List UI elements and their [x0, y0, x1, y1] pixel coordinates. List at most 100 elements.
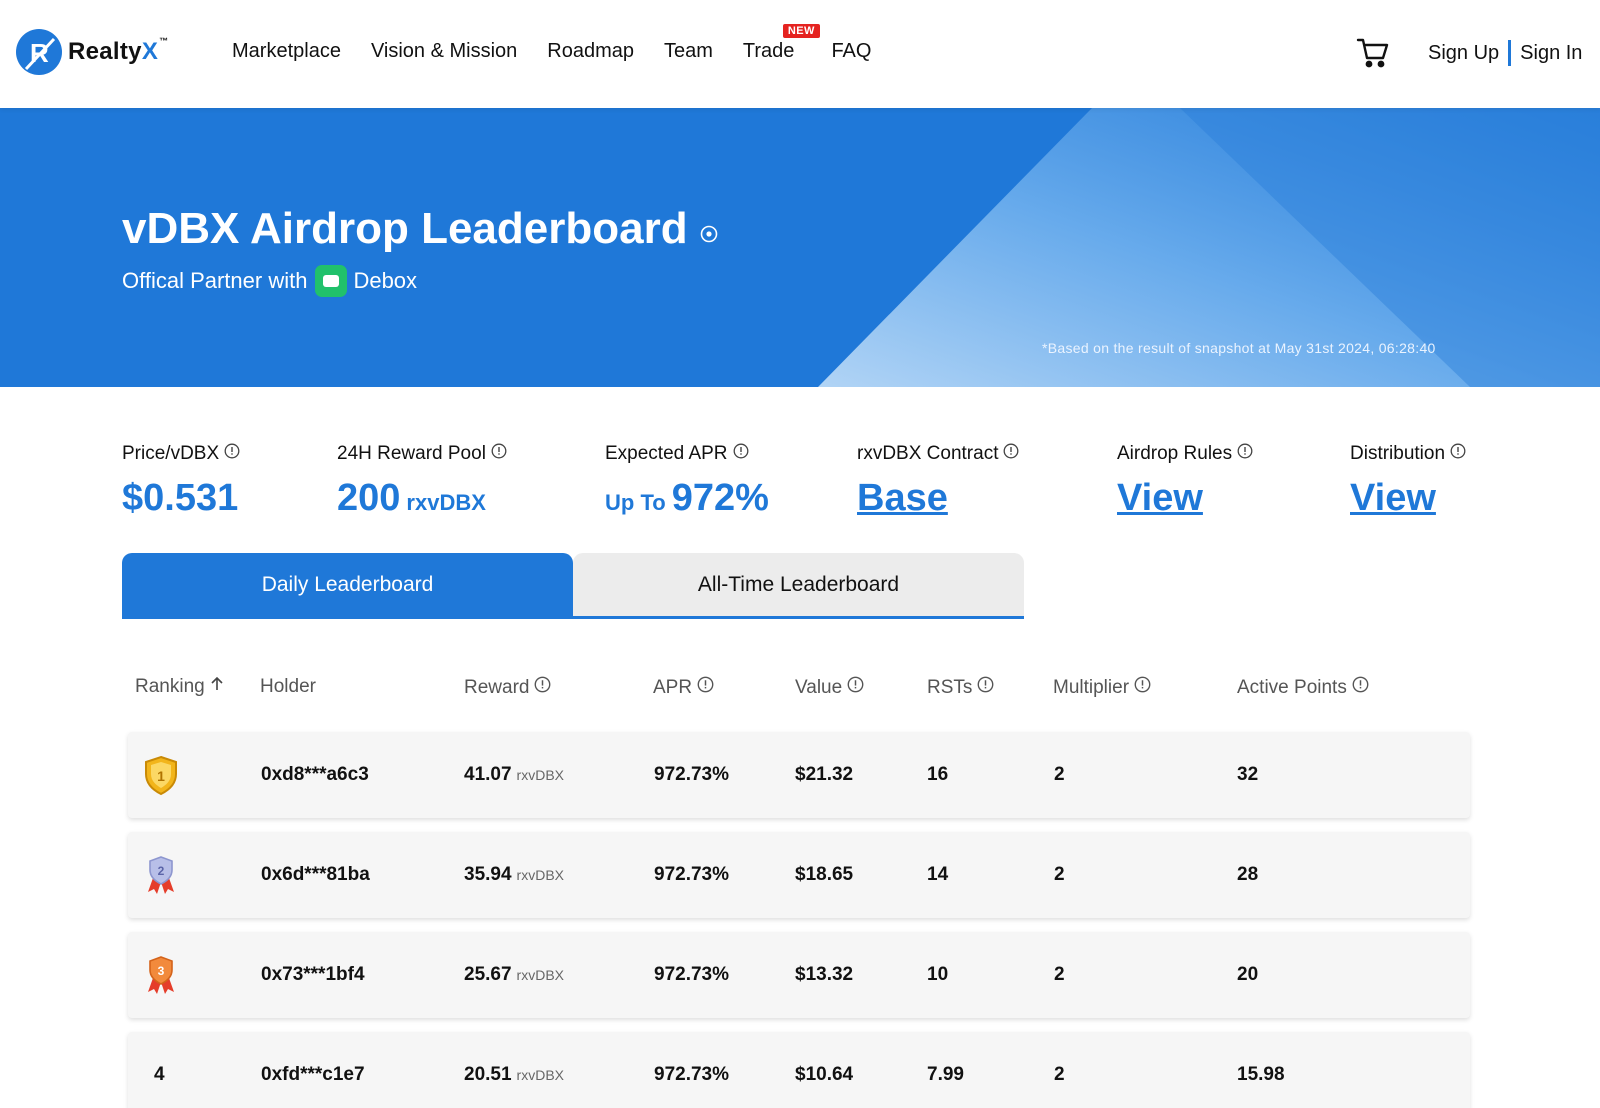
- info-icon[interactable]: [700, 204, 718, 254]
- reward-cell: 25.67 rxvDBX: [464, 932, 564, 1018]
- active-points-cell: 32: [1237, 764, 1259, 785]
- stat-distribution: Distribution View: [1350, 443, 1466, 520]
- nav-vision-mission[interactable]: Vision & Mission: [371, 40, 517, 63]
- sort-arrow-up-icon[interactable]: [210, 676, 224, 698]
- reward-amount: 35.94: [464, 864, 512, 885]
- page-title: vDBX Airdrop Leaderboard: [122, 204, 718, 254]
- reward-unit: rxvDBX: [516, 867, 564, 883]
- info-icon[interactable]: [697, 676, 714, 699]
- multiplier-cell: 2: [1054, 764, 1065, 785]
- info-icon[interactable]: [977, 676, 994, 699]
- debox-icon: [315, 265, 348, 297]
- snapshot-note: *Based on the result of snapshot at May …: [1042, 340, 1436, 356]
- stat-reward-pool-label-text: 24H Reward Pool: [337, 443, 486, 464]
- reward-unit: rxvDBX: [516, 1067, 564, 1083]
- info-icon[interactable]: [1003, 443, 1019, 465]
- stat-airdrop-rules-label-text: Airdrop Rules: [1117, 443, 1233, 464]
- rsts-cell: 10: [927, 964, 949, 985]
- tab-daily-leaderboard[interactable]: Daily Leaderboard: [122, 553, 573, 616]
- cart-icon[interactable]: [1356, 36, 1390, 70]
- new-badge: NEW: [782, 24, 820, 38]
- nav-trade-label: Trade: [742, 40, 795, 62]
- stat-contract-label-text: rxvDBX Contract: [857, 443, 999, 464]
- main-nav: Marketplace Vision & Mission Roadmap Tea…: [232, 24, 901, 63]
- partner-line: Offical Partner with Debox: [122, 265, 417, 297]
- column-active-points: Active Points: [1237, 676, 1369, 699]
- table-header: Ranking Holder Reward APR Value RSTs Mul…: [122, 676, 1472, 706]
- sign-up-link[interactable]: Sign Up: [1428, 42, 1499, 65]
- stat-price-value: $0.531: [122, 477, 239, 519]
- info-icon[interactable]: [733, 443, 749, 465]
- table-row: 2 0x6d***81ba 35.94 rxvDBX 972.73% $18.65…: [128, 832, 1470, 918]
- svg-text:1: 1: [157, 768, 165, 784]
- stat-apr: Expected APR Up To 972%: [605, 443, 769, 520]
- stat-airdrop-rules: Airdrop Rules View: [1117, 443, 1253, 520]
- nav-team[interactable]: Team: [664, 40, 713, 63]
- nav-faq[interactable]: FAQ: [831, 40, 871, 63]
- reward-amount: 20.51: [464, 1064, 512, 1085]
- airdrop-rules-link[interactable]: View: [1117, 477, 1203, 520]
- info-icon[interactable]: [1450, 443, 1466, 465]
- apr-cell: 972.73%: [654, 1064, 730, 1085]
- reward-amount: 25.67: [464, 964, 512, 985]
- nav-marketplace[interactable]: Marketplace: [232, 40, 341, 63]
- stat-reward-pool-label: 24H Reward Pool: [337, 443, 507, 465]
- auth-divider: [1508, 40, 1512, 66]
- info-icon[interactable]: [1134, 676, 1151, 699]
- silver-medal-icon: 2: [142, 854, 180, 896]
- svg-text:2: 2: [158, 864, 165, 878]
- column-value-label: Value: [795, 676, 843, 698]
- stat-apr-value: Up To 972%: [605, 477, 769, 520]
- sign-in-link[interactable]: Sign In: [1520, 42, 1582, 65]
- realtyx-logo-icon: R: [16, 29, 62, 75]
- tab-all-time-leaderboard[interactable]: All-Time Leaderboard: [573, 553, 1024, 616]
- stat-reward-pool: 24H Reward Pool 200 rxvDBX: [337, 443, 507, 520]
- auth-links: Sign Up Sign In: [1428, 40, 1582, 66]
- reward-pool-amount: 200: [337, 477, 401, 519]
- apr-amount: 972%: [671, 477, 769, 519]
- holder-address: 0x73***1bf4: [261, 964, 365, 985]
- holder-address: 0x6d***81ba: [261, 864, 370, 885]
- partner-name: Debox: [353, 268, 418, 293]
- top-header: R RealtyX™ Marketplace Vision & Mission …: [0, 0, 1600, 108]
- rank-number: 4: [154, 1064, 165, 1085]
- apr-cell: 972.73%: [654, 864, 730, 885]
- info-icon[interactable]: [1352, 676, 1369, 699]
- apr-cell: 972.73%: [654, 964, 730, 985]
- active-points-cell: 15.98: [1237, 1064, 1285, 1085]
- column-ranking[interactable]: Ranking: [135, 676, 224, 698]
- column-apr-label: APR: [653, 676, 693, 698]
- multiplier-cell: 2: [1054, 964, 1065, 985]
- value-cell: $21.32: [795, 764, 854, 785]
- stat-contract-label: rxvDBX Contract: [857, 443, 1019, 465]
- info-icon[interactable]: [491, 443, 507, 465]
- reward-cell: 41.07 rxvDBX: [464, 732, 564, 818]
- nav-trade[interactable]: Trade NEW: [742, 24, 820, 63]
- value-cell: $18.65: [795, 864, 854, 885]
- info-icon[interactable]: [1237, 443, 1253, 465]
- column-holder: Holder: [260, 676, 316, 697]
- stat-contract: rxvDBX Contract Base: [857, 443, 1019, 520]
- stat-price: Price/vDBX $0.531: [122, 443, 240, 520]
- rsts-cell: 7.99: [927, 1064, 964, 1085]
- stat-distribution-label-text: Distribution: [1350, 443, 1446, 464]
- nav-roadmap[interactable]: Roadmap: [547, 40, 634, 63]
- column-multiplier-label: Multiplier: [1053, 676, 1130, 698]
- distribution-link[interactable]: View: [1350, 477, 1436, 520]
- column-value: Value: [795, 676, 864, 699]
- reward-cell: 20.51 rxvDBX: [464, 1032, 564, 1108]
- column-ranking-label: Ranking: [135, 676, 205, 697]
- rsts-cell: 16: [927, 764, 949, 785]
- stat-apr-label-text: Expected APR: [605, 443, 728, 464]
- realtyx-logo[interactable]: R RealtyX™: [16, 28, 168, 76]
- column-rsts-label: RSTs: [927, 676, 973, 698]
- svg-text:3: 3: [158, 964, 165, 978]
- contract-link[interactable]: Base: [857, 477, 948, 520]
- stat-apr-label: Expected APR: [605, 443, 769, 465]
- info-icon[interactable]: [534, 676, 551, 699]
- rsts-cell: 14: [927, 864, 949, 885]
- info-icon[interactable]: [847, 676, 864, 699]
- info-icon[interactable]: [224, 443, 240, 465]
- column-apr: APR: [653, 676, 714, 699]
- page-title-text: vDBX Airdrop Leaderboard: [122, 204, 688, 253]
